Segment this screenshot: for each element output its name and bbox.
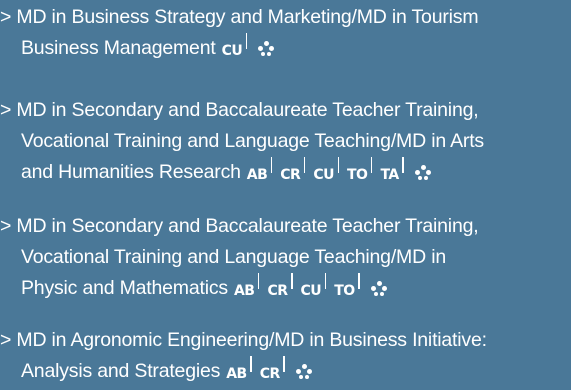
program-title-text: > MD in Business Strategy and Marketing/… [0, 6, 479, 28]
program-title: > MD in Secondary and Baccalaureate Teac… [0, 211, 571, 242]
program-title-text: > MD in Secondary and Baccalaureate Teac… [0, 215, 479, 237]
program-title-continued: and Humanities Research AB CR CU TO TA [0, 157, 571, 191]
campus-badge: CR [280, 157, 306, 191]
campus-badge: TO [347, 157, 374, 191]
campus-badge: AB [247, 157, 272, 191]
group-people-icon [295, 364, 313, 380]
program-title: > MD in Secondary and Baccalaureate Teac… [0, 95, 571, 126]
group-people-icon [257, 41, 275, 57]
group-people-icon [370, 281, 388, 297]
campus-badges: CU [222, 33, 276, 67]
program-title-text: Analysis and Strategies [21, 360, 221, 382]
program-item[interactable]: > MD in Business Strategy and Marketing/… [0, 2, 571, 67]
campus-badge: CR [267, 273, 293, 307]
program-title: > MD in Business Strategy and Marketing/… [0, 2, 571, 33]
program-title-text: Vocational Training and Language Teachin… [21, 246, 446, 268]
program-title-text: Physic and Mathematics [21, 277, 228, 299]
program-title-continued: Analysis and Strategies AB CR [0, 356, 571, 390]
campus-badge: TO [334, 273, 361, 307]
group-people-icon [414, 165, 432, 181]
campus-badges: AB CR CU TO TA [247, 157, 432, 191]
program-title-continued: Vocational Training and Language Teachin… [0, 126, 571, 157]
campus-badges: AB CR [226, 356, 313, 390]
program-item[interactable]: > MD in Agronomic Engineering/MD in Busi… [0, 325, 571, 390]
campus-badge: AB [234, 273, 259, 307]
program-title-continued: Vocational Training and Language Teachin… [0, 242, 571, 273]
program-item[interactable]: > MD in Secondary and Baccalaureate Teac… [0, 95, 571, 191]
campus-badge: CU [313, 157, 339, 191]
program-title-continued: Physic and Mathematics AB CR CU TO [0, 273, 571, 307]
campus-badge: TA [380, 157, 405, 191]
program-title-text: Vocational Training and Language Teachin… [21, 130, 484, 152]
campus-badge: AB [226, 356, 252, 390]
program-list: > MD in Business Strategy and Marketing/… [0, 0, 571, 387]
campus-badge: CR [260, 356, 285, 390]
campus-badge: CU [222, 33, 247, 67]
program-title-text: Business Management [21, 37, 216, 59]
program-title-continued: Business Management CU [0, 33, 571, 67]
campus-badges: AB CR CU TO [234, 273, 388, 307]
campus-badge: CU [301, 273, 326, 307]
program-item[interactable]: > MD in Secondary and Baccalaureate Teac… [0, 211, 571, 307]
program-title-text: and Humanities Research [21, 161, 241, 183]
program-title-text: > MD in Secondary and Baccalaureate Teac… [0, 99, 479, 121]
program-title-text: > MD in Agronomic Engineering/MD in Busi… [0, 329, 487, 351]
program-title: > MD in Agronomic Engineering/MD in Busi… [0, 325, 571, 356]
